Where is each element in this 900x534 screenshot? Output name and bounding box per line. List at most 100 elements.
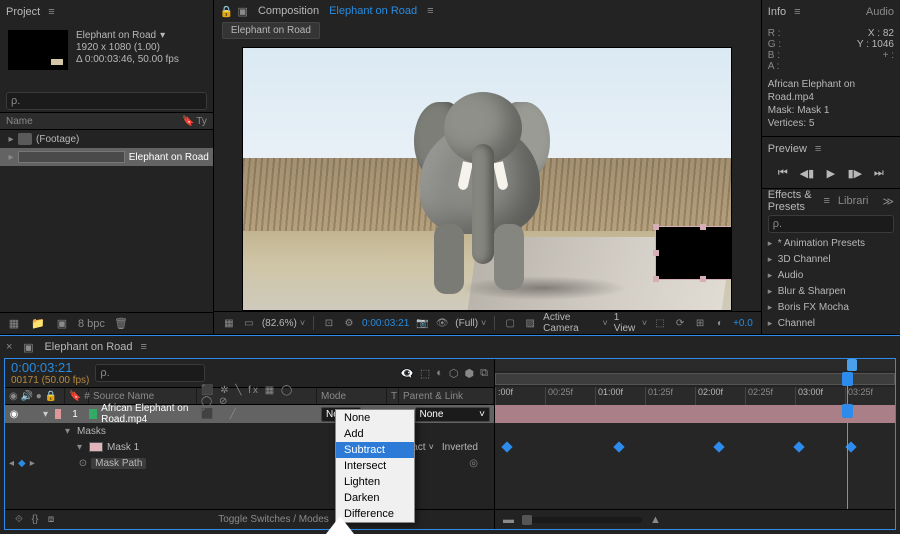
draft3d-icon[interactable]: ⬢ xyxy=(465,367,475,380)
col-name[interactable]: Name xyxy=(6,116,33,127)
effects-category[interactable]: ▸Boris FX Mocha xyxy=(762,299,900,315)
project-search-input[interactable]: ρ. xyxy=(6,92,207,110)
target-icon[interactable]: ▣ xyxy=(238,5,248,18)
track-area[interactable] xyxy=(495,405,895,509)
keyframe[interactable] xyxy=(793,441,804,452)
effects-tab[interactable]: Effects & Presets xyxy=(768,189,816,213)
twirl-icon[interactable]: ▾ xyxy=(39,405,51,423)
motion-blur-icon[interactable]: ◐ xyxy=(436,367,443,380)
roi-icon[interactable]: ▢ xyxy=(503,315,517,331)
views-dropdown[interactable]: 1 View xyxy=(614,312,647,334)
mask-mode-option[interactable]: Darken xyxy=(336,490,414,506)
project-tab[interactable]: Project xyxy=(6,6,40,18)
eye-toggle[interactable]: ◉ xyxy=(5,405,23,423)
caret-down-icon[interactable]: ▾ xyxy=(160,30,165,41)
panel-menu-icon[interactable]: ≡ xyxy=(794,6,800,18)
first-frame-button[interactable]: ⏮ xyxy=(775,167,791,180)
effects-category[interactable]: ▸CINEMA 4D xyxy=(762,331,900,334)
keyframe[interactable] xyxy=(713,441,724,452)
kf-next-icon[interactable]: ▸ xyxy=(30,458,35,469)
mask-path-property[interactable]: Mask Path xyxy=(91,458,146,469)
guide-icon[interactable]: ⊞ xyxy=(693,315,707,331)
timeline-timecode[interactable]: 0:00:03:21 xyxy=(11,360,89,375)
col-parent[interactable]: Parent & Link xyxy=(399,388,494,404)
audio-tab[interactable]: Audio xyxy=(866,6,894,18)
composition-viewer[interactable] xyxy=(242,47,732,311)
project-row-footage[interactable]: ▸ (Footage) xyxy=(0,130,213,148)
layer-row[interactable]: ◉ ▾ 1 African Elephant on Road.mp4 ⬛ ╱ N… xyxy=(5,405,494,423)
kf-prev-icon[interactable]: ◂ xyxy=(9,458,14,469)
panel-menu-icon[interactable]: ≡ xyxy=(48,6,54,18)
panel-menu-icon[interactable]: ≡ xyxy=(141,341,147,353)
label-color[interactable] xyxy=(55,409,61,419)
libraries-tab[interactable]: Librari xyxy=(838,195,869,207)
twirl-icon[interactable]: ▾ xyxy=(77,442,89,453)
mask-path-row[interactable]: ◂ ◆ ▸ ⊙ Mask Path ◎ xyxy=(5,455,494,471)
panel-menu-icon[interactable]: ≡ xyxy=(823,195,829,207)
col-mode[interactable]: Mode xyxy=(317,388,387,404)
twirl-icon[interactable]: ▸ xyxy=(4,152,18,163)
brace-icon[interactable]: {} xyxy=(27,512,43,528)
toggle-switches-button[interactable]: Toggle Switches / Modes xyxy=(218,514,329,525)
render-icon[interactable]: ⟳ xyxy=(673,315,687,331)
masks-group[interactable]: ▾ Masks xyxy=(5,423,494,439)
project-row-comp[interactable]: ▸ Elephant on Road xyxy=(0,148,213,166)
3d-icon[interactable]: ⬚ xyxy=(653,315,667,331)
exposure-value[interactable]: +0.0 xyxy=(733,318,753,329)
mask-row[interactable]: ▾ Mask 1 Subtract Inverted xyxy=(5,439,494,455)
col-type[interactable]: Ty xyxy=(196,116,207,127)
frame-blend-all-icon[interactable]: ⧈ xyxy=(43,512,59,528)
mask-mode-option[interactable]: Intersect xyxy=(336,458,414,474)
keyframe[interactable] xyxy=(613,441,624,452)
time-ruler[interactable]: :00f00:25f01:00f01:25f02:00f02:25f03:00f… xyxy=(495,359,895,405)
parent-dropdown[interactable]: None˅ xyxy=(415,407,490,422)
shy-icon[interactable]: 👁‍🗨 xyxy=(400,367,414,380)
mask-mode-option[interactable]: None xyxy=(336,410,414,426)
zoom-in-icon[interactable]: ▲ xyxy=(650,514,661,526)
col-trkmat[interactable]: T xyxy=(387,388,399,404)
effects-category[interactable]: ▸* Animation Presets xyxy=(762,235,900,251)
layer-duration-bar[interactable] xyxy=(495,405,895,423)
col-source[interactable]: Source Name xyxy=(89,388,197,404)
resolution-dropdown[interactable]: (Full) xyxy=(455,318,486,329)
info-tab[interactable]: Info xyxy=(768,6,786,18)
kf-add-icon[interactable]: ◆ xyxy=(18,458,26,469)
layer-switches[interactable]: ⬛ ╱ xyxy=(197,405,317,423)
work-area-bar[interactable] xyxy=(495,373,895,385)
effects-category[interactable]: ▸3D Channel xyxy=(762,251,900,267)
new-folder-icon[interactable]: 📁 xyxy=(30,316,46,332)
playhead-line[interactable] xyxy=(847,405,848,509)
mask-shape[interactable] xyxy=(655,226,732,280)
mask-mode-option[interactable]: Lighten xyxy=(336,474,414,490)
effects-category[interactable]: ▸Channel xyxy=(762,315,900,331)
mask-mode-option[interactable]: Add xyxy=(336,426,414,442)
show-snapshot-icon[interactable]: 👁 xyxy=(435,315,449,331)
interpret-icon[interactable]: ▦ xyxy=(6,316,22,332)
composition-tab-name[interactable]: Elephant on Road xyxy=(329,5,417,17)
overflow-icon[interactable]: ≫ xyxy=(882,195,894,208)
mask-mode-option[interactable]: Subtract xyxy=(336,442,414,458)
mask-mode-menu[interactable]: NoneAddSubtractIntersectLightenDarkenDif… xyxy=(335,409,415,523)
exposure-reset-icon[interactable]: ◐ xyxy=(713,315,727,331)
grid-icon[interactable]: ▦ xyxy=(222,315,236,331)
snapshot-icon[interactable]: 📷 xyxy=(415,315,429,331)
graph-icon[interactable]: ⬡ xyxy=(449,367,459,380)
camera-dropdown[interactable]: Active Camera xyxy=(543,312,608,334)
preview-tab[interactable]: Preview xyxy=(768,143,807,155)
stopwatch-icon[interactable]: ⊙ xyxy=(79,458,87,469)
expression-pickwhip-icon[interactable]: ◎ xyxy=(469,458,478,469)
expand-icon[interactable]: ⟐ xyxy=(11,512,27,528)
zoom-out-icon[interactable]: ▬ xyxy=(503,514,514,526)
next-frame-button[interactable]: ▮▶ xyxy=(847,167,863,180)
panel-menu-icon[interactable]: ≡ xyxy=(815,143,821,155)
resolution-icon[interactable]: ⊡ xyxy=(322,315,336,331)
effects-search-input[interactable]: ρ. xyxy=(768,215,894,233)
play-button[interactable]: ▶ xyxy=(823,167,839,180)
bpc-toggle[interactable]: 8 bpc xyxy=(78,318,105,330)
timeline-search-input[interactable]: ρ. xyxy=(95,364,205,382)
panel-menu-icon[interactable]: ≡ xyxy=(427,5,433,17)
frame-blend-icon[interactable]: ⬚ xyxy=(420,367,430,380)
zoom-dropdown[interactable]: (82.6%) xyxy=(262,318,305,329)
keyframe[interactable] xyxy=(501,441,512,452)
transparency-icon[interactable]: ▨ xyxy=(523,315,537,331)
